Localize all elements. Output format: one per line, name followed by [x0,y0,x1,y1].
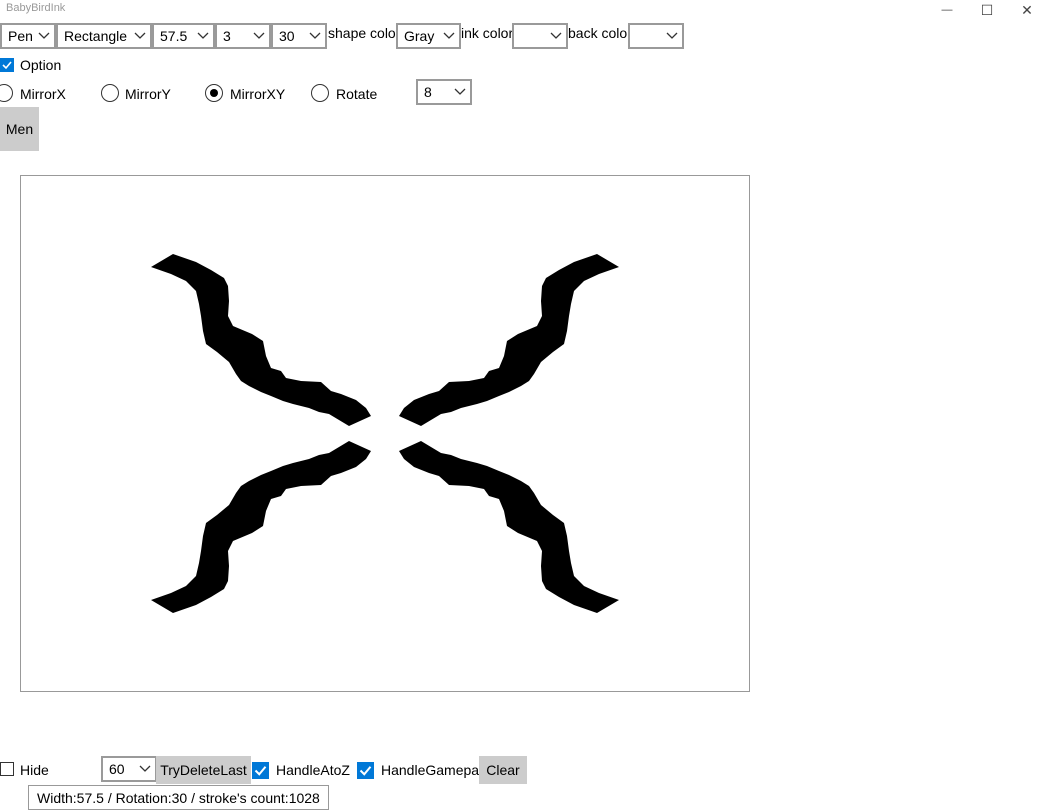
shape-color-value: Gray [404,28,435,44]
shape-select-value: Rectangle [64,28,128,44]
chevron-down-icon [662,32,682,40]
interval-select-value: 60 [109,761,125,777]
ink-stroke-top-left [151,254,371,426]
radio-mirrorxy[interactable] [205,84,223,102]
handle-atoz-checkbox[interactable] [252,762,269,779]
ink-stroke-bottom-right [399,441,619,613]
count-select[interactable]: 3 [215,23,271,49]
rotation-select-value: 30 [279,28,295,44]
maximize-icon: ☐ [980,1,994,18]
menu-button[interactable]: Men [0,107,39,151]
chevron-down-icon [34,32,54,40]
checkmark-icon [2,61,12,70]
checkmark-icon [254,766,267,776]
close-icon: ✕ [1021,1,1033,18]
radio-mirrory[interactable] [101,84,119,102]
option-label: Option [20,57,62,73]
status-text: Width:57.5 / Rotation:30 / stroke's coun… [37,789,320,806]
width-select-value: 57.5 [160,28,188,44]
minimize-icon: — [941,4,953,16]
shape-color-label: shape color [328,25,401,41]
tool-select-value: Pen [8,28,33,44]
mirrorxy-label: MirrorXY [230,86,286,102]
hide-checkbox[interactable] [0,762,14,776]
ink-stroke-bottom-left [151,441,371,613]
rotate-count-select[interactable]: 8 [416,79,472,105]
status-text-box: Width:57.5 / Rotation:30 / stroke's coun… [28,785,329,810]
ink-stroke-top-right [399,254,619,426]
ink-color-label: ink color [461,25,514,41]
menu-button-label: Men [5,121,34,137]
hide-label: Hide [20,762,49,778]
chevron-down-icon [450,88,470,96]
count-select-value: 3 [223,28,231,44]
minimize-button[interactable]: — [927,0,967,20]
handle-gamepad-checkbox[interactable] [357,762,374,779]
maximize-button[interactable]: ☐ [967,0,1007,20]
chevron-down-icon [130,32,150,40]
clear-button-label: Clear [486,762,520,778]
mirrorx-label: MirrorX [20,86,66,102]
chevron-down-icon [193,32,213,40]
radio-selected-dot [209,88,218,97]
back-color-select[interactable] [628,23,684,49]
radio-mirrorx[interactable] [0,84,13,102]
option-checkbox[interactable] [0,58,14,72]
rotation-select[interactable]: 30 [271,23,327,49]
chevron-down-icon [305,32,325,40]
close-button[interactable]: ✕ [1007,0,1043,20]
chevron-down-icon [249,32,269,40]
interval-select[interactable]: 60 [101,756,157,782]
clear-button[interactable]: Clear [479,756,527,784]
ink-strokes [151,254,619,613]
try-delete-last-button[interactable]: TryDeleteLast [156,756,251,784]
shape-color-select[interactable]: Gray [396,23,461,49]
shape-select[interactable]: Rectangle [56,23,152,49]
radio-rotate[interactable] [311,84,329,102]
chevron-down-icon [439,32,459,40]
handle-atoz-label: HandleAtoZ [276,762,350,778]
ink-canvas[interactable] [20,175,750,692]
chevron-down-icon [135,765,155,773]
tool-select[interactable]: Pen [0,23,56,49]
app-title: BabyBirdInk [6,2,66,14]
try-delete-last-label: TryDeleteLast [160,762,247,778]
rotate-count-value: 8 [424,84,432,100]
title-bar: BabyBirdInk — ☐ ✕ [0,0,1043,20]
handle-gamepad-label: HandleGamepad [381,762,487,778]
width-select[interactable]: 57.5 [152,23,215,49]
mirrory-label: MirrorY [125,86,171,102]
back-color-label: back color [568,25,632,41]
ink-drawing [151,254,619,613]
rotate-label: Rotate [336,86,378,102]
ink-color-select[interactable] [512,23,568,49]
chevron-down-icon [546,32,566,40]
checkmark-icon [359,766,372,776]
